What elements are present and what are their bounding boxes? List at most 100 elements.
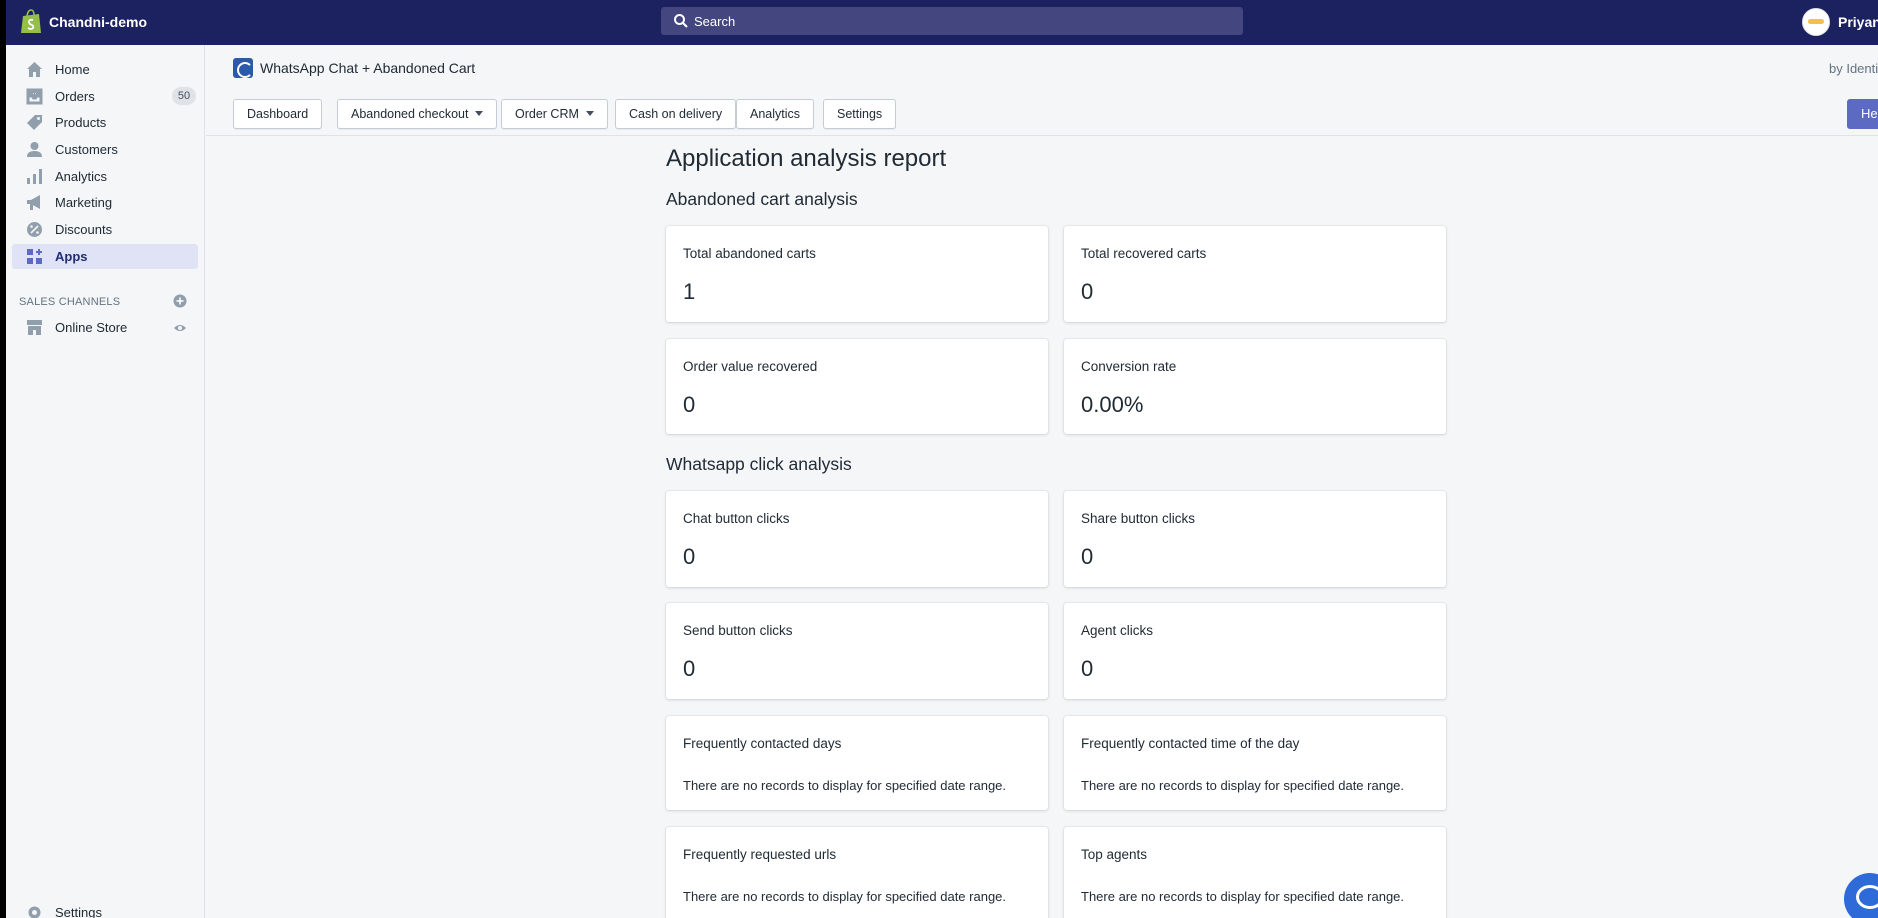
orders-count-badge: 50 — [172, 87, 196, 105]
sidebar-item-label: Products — [55, 115, 107, 130]
abandoned-cart-section-title: Abandoned cart analysis — [666, 189, 858, 209]
app-header: WhatsApp Chat + Abandoned Cart by Identi… — [206, 45, 1878, 91]
card-title: Total abandoned carts — [683, 246, 816, 261]
app-logo-icon — [233, 58, 253, 78]
card-title: Frequently requested urls — [683, 847, 837, 862]
empty-state-text: There are no records to display for spec… — [683, 778, 1007, 793]
tab-label: Analytics — [750, 107, 801, 121]
store-icon — [27, 320, 42, 335]
caret-down-icon — [475, 111, 484, 116]
card-title: Conversion rate — [1081, 359, 1177, 374]
sidebar-item-customers[interactable]: Customers — [12, 137, 198, 162]
sidebar-item-discounts[interactable]: Discounts — [12, 217, 198, 242]
sidebar-item-apps[interactable]: Apps — [12, 244, 198, 269]
agent-clicks-card: Agent clicks 0 — [1064, 603, 1446, 699]
sidebar-item-products[interactable]: Products — [12, 110, 198, 135]
tab-settings[interactable]: Settings — [823, 99, 897, 129]
card-title: Frequently contacted days — [683, 736, 842, 751]
caret-down-icon — [585, 111, 594, 116]
card-title: Total recovered carts — [1081, 246, 1207, 261]
sidebar-item-settings[interactable]: Settings — [12, 900, 198, 918]
tab-order-crm[interactable]: Order CRM — [501, 99, 608, 129]
sidebar-item-label: Orders — [55, 89, 95, 104]
app-tabs: Dashboard Abandoned checkout Order CRM C… — [206, 91, 1878, 136]
empty-state-text: There are no records to display for spec… — [1081, 889, 1405, 904]
card-value: 0 — [1081, 544, 1094, 569]
help-button[interactable]: Help — [1847, 99, 1878, 129]
card-title: Send button clicks — [683, 623, 793, 638]
add-channel-icon[interactable] — [173, 294, 187, 308]
order-value-recovered-card: Order value recovered 0 — [666, 339, 1048, 434]
app-developer[interactable]: by Identix — [1829, 61, 1878, 76]
card-value: 0 — [683, 656, 696, 681]
frequently-contacted-days-card: Frequently contacted days There are no r… — [666, 716, 1048, 810]
card-value: 0 — [683, 392, 696, 417]
store-name[interactable]: Chandni-demo — [49, 14, 147, 30]
main-content: WhatsApp Chat + Abandoned Cart by Identi… — [206, 45, 1878, 918]
search-placeholder: Search — [694, 14, 736, 29]
sidebar-item-label: Settings — [55, 905, 102, 918]
shopify-bag-icon[interactable] — [20, 9, 42, 35]
tab-label: Dashboard — [247, 107, 309, 121]
empty-state-text: There are no records to display for spec… — [1081, 778, 1405, 793]
sidebar-item-home[interactable]: Home — [12, 57, 198, 82]
sidebar-item-label: Apps — [55, 249, 88, 264]
tab-label: Order CRM — [515, 107, 579, 121]
tag-icon — [27, 115, 42, 130]
tab-label: Abandoned checkout — [351, 107, 469, 121]
sidebar-item-label: Analytics — [55, 169, 108, 184]
share-button-clicks-card: Share button clicks 0 — [1064, 491, 1446, 587]
sidebar-item-label: Discounts — [55, 222, 113, 237]
sidebar-item-label: Marketing — [55, 195, 113, 210]
sidebar-item-analytics[interactable]: Analytics — [12, 164, 198, 189]
card-title: Agent clicks — [1081, 623, 1154, 638]
tab-dashboard[interactable]: Dashboard — [233, 99, 323, 129]
frequently-requested-urls-card: Frequently requested urls There are no r… — [666, 827, 1048, 918]
sidebar-item-online-store[interactable]: Online Store — [12, 315, 198, 340]
avatar[interactable] — [1802, 8, 1830, 36]
card-value: 0.00% — [1081, 392, 1144, 417]
user-name[interactable]: Priyank — [1838, 14, 1878, 30]
card-title: Frequently contacted time of the day — [1081, 736, 1300, 751]
tab-label: Cash on delivery — [629, 107, 723, 121]
tab-abandoned-checkout[interactable]: Abandoned checkout — [337, 99, 498, 129]
card-value: 1 — [683, 279, 696, 304]
card-title: Chat button clicks — [683, 511, 790, 526]
top-agents-card: Top agents There are no records to displ… — [1064, 827, 1446, 918]
card-value: 0 — [683, 544, 696, 569]
person-icon — [27, 142, 42, 157]
sales-channels-heading: SALES CHANNELS — [19, 296, 121, 308]
megaphone-icon — [27, 195, 40, 210]
send-button-clicks-card: Send button clicks 0 — [666, 603, 1048, 699]
whatsapp-click-section-title: Whatsapp click analysis — [666, 454, 852, 474]
bar-chart-icon — [27, 169, 42, 184]
card-title: Top agents — [1081, 847, 1148, 862]
search-input[interactable]: Search — [661, 7, 1243, 35]
card-value: 0 — [1081, 656, 1094, 681]
discount-icon — [27, 222, 42, 237]
card-value: 0 — [1081, 279, 1094, 304]
page-title: Application analysis report — [666, 145, 947, 172]
sidebar-item-orders[interactable]: Orders 50 — [12, 84, 198, 109]
sidebar: Home Orders 50 Products Customers Analyt… — [6, 45, 205, 918]
apps-icon — [27, 249, 42, 264]
tab-analytics[interactable]: Analytics — [736, 99, 815, 129]
conversion-rate-card: Conversion rate 0.00% — [1064, 339, 1446, 434]
search-icon — [674, 14, 688, 28]
frequently-contacted-time-card: Frequently contacted time of the day The… — [1064, 716, 1446, 810]
total-recovered-carts-card: Total recovered carts 0 — [1064, 226, 1446, 322]
home-icon — [27, 62, 42, 77]
card-title: Order value recovered — [683, 359, 818, 374]
top-bar: Chandni-demo Search Priyank — [6, 0, 1878, 45]
tab-cash-on-delivery[interactable]: Cash on delivery — [615, 99, 737, 129]
empty-state-text: There are no records to display for spec… — [683, 889, 1007, 904]
card-title: Share button clicks — [1081, 511, 1196, 526]
admin-window: Chandni-demo Search Priyank Home Orders … — [6, 0, 1878, 918]
eye-icon[interactable] — [173, 321, 187, 335]
sidebar-item-label: Home — [55, 62, 90, 77]
sidebar-item-marketing[interactable]: Marketing — [12, 190, 198, 215]
app-title: WhatsApp Chat + Abandoned Cart — [260, 60, 476, 76]
tab-label: Settings — [837, 107, 883, 121]
gear-icon — [28, 906, 41, 918]
chat-button-clicks-card: Chat button clicks 0 — [666, 491, 1048, 587]
